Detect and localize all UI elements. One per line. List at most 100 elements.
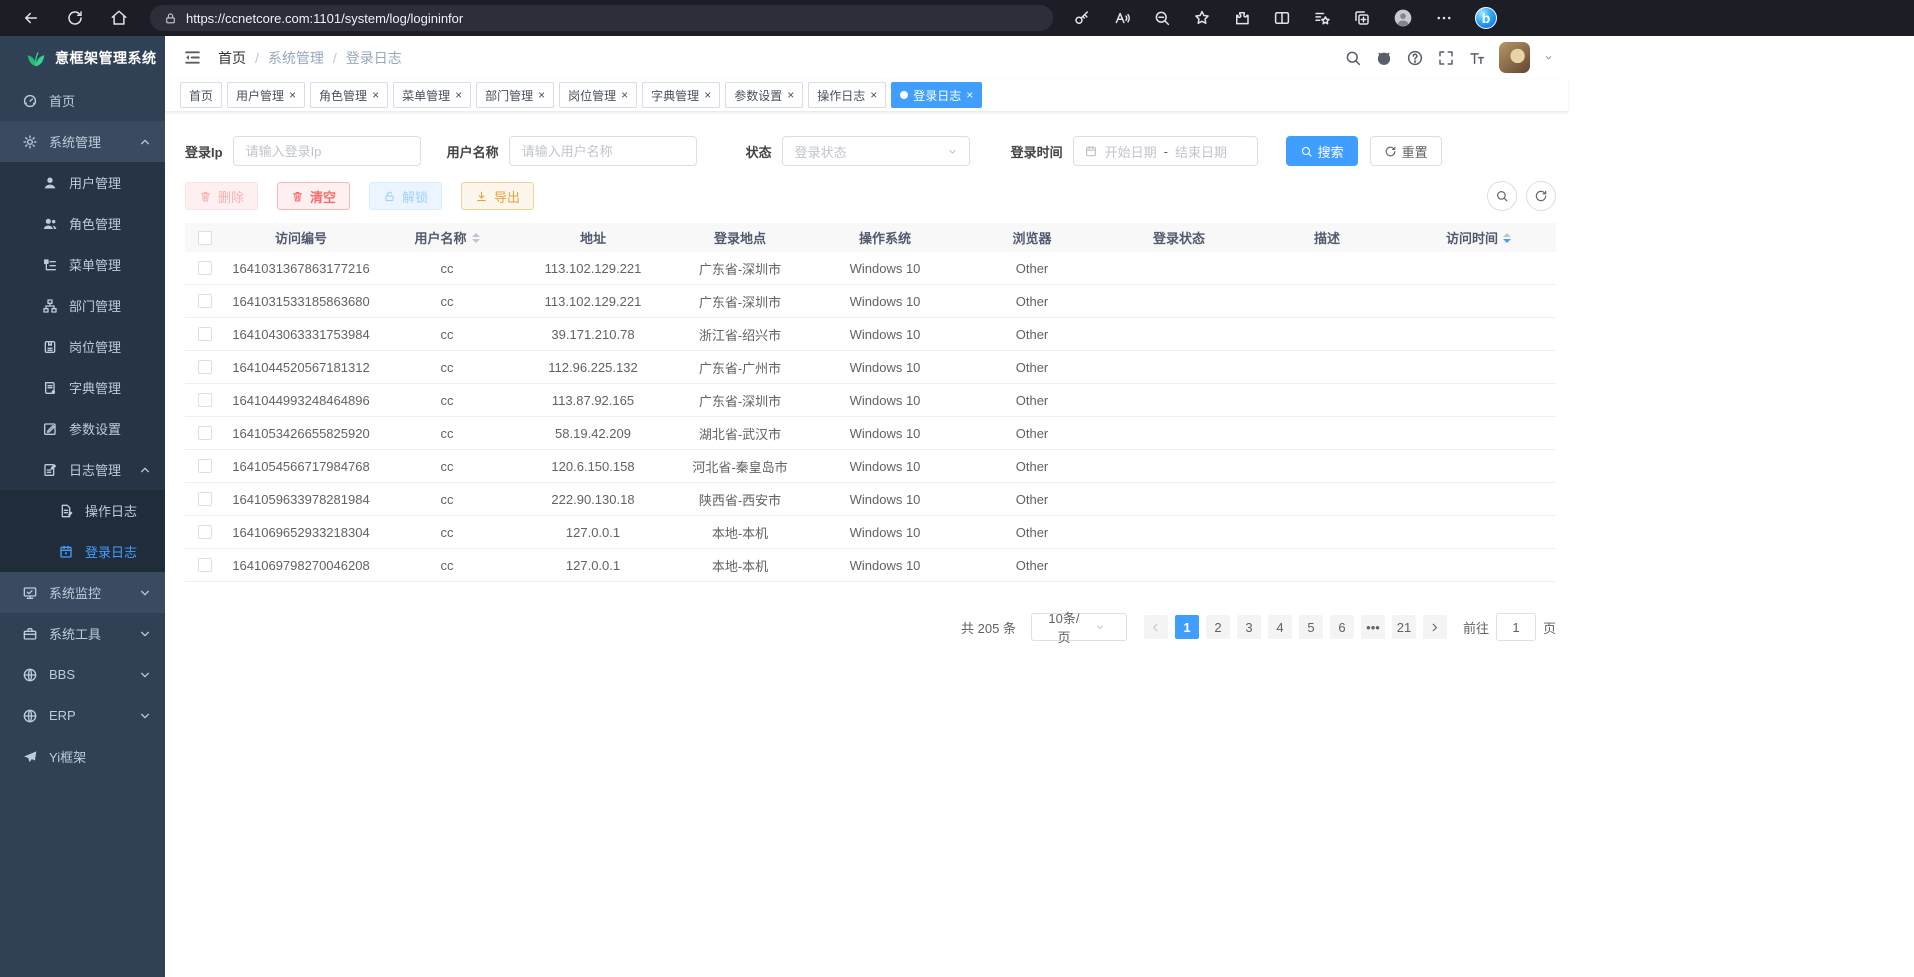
sidebar-item-menu-mgmt[interactable]: 菜单管理 <box>0 244 165 285</box>
back-icon[interactable] <box>22 9 40 27</box>
goto-page-input[interactable] <box>1496 613 1536 641</box>
tab-user-mgmt[interactable]: 用户管理× <box>227 82 305 108</box>
sidebar-item-dept-mgmt[interactable]: 部门管理 <box>0 285 165 326</box>
sidebar-item-user-mgmt[interactable]: 用户管理 <box>0 162 165 203</box>
tab-post-mgmt[interactable]: 岗位管理× <box>559 82 637 108</box>
column-header-checkbox[interactable] <box>185 231 225 245</box>
select-all-checkbox[interactable] <box>198 231 212 245</box>
row-checkbox[interactable] <box>198 459 212 473</box>
sidebar-item-yi-framework[interactable]: Yi框架 <box>0 736 165 777</box>
tab-menu-mgmt[interactable]: 菜单管理× <box>393 82 471 108</box>
password-key-icon[interactable] <box>1073 9 1091 27</box>
page-button-2[interactable]: 2 <box>1206 615 1230 639</box>
close-icon[interactable]: × <box>372 89 379 101</box>
close-icon[interactable]: × <box>455 89 462 101</box>
row-checkbox[interactable] <box>198 558 212 572</box>
extensions-icon[interactable] <box>1233 9 1251 27</box>
row-checkbox[interactable] <box>198 294 212 308</box>
sidebar-item-dict-mgmt[interactable]: 字典管理 <box>0 367 165 408</box>
row-checkbox[interactable] <box>198 492 212 506</box>
browser-profile-avatar[interactable] <box>1393 8 1413 28</box>
page-button-21[interactable]: 21 <box>1392 615 1416 639</box>
status-select[interactable]: 登录状态 <box>782 136 970 166</box>
sidebar-item-operation-log[interactable]: 操作日志 <box>0 490 165 531</box>
read-aloud-icon[interactable] <box>1113 9 1131 27</box>
sort-caret-icon[interactable] <box>1503 229 1511 247</box>
split-screen-icon[interactable] <box>1273 9 1291 27</box>
row-checkbox[interactable] <box>198 393 212 407</box>
sidebar-item-erp[interactable]: ERP <box>0 695 165 736</box>
row-checkbox[interactable] <box>198 525 212 539</box>
delete-button[interactable]: 删除 <box>185 182 258 210</box>
close-icon[interactable]: × <box>621 89 628 101</box>
page-size-select[interactable]: 10条/页 <box>1031 613 1127 641</box>
breadcrumb-system[interactable]: 系统管理 <box>268 48 324 68</box>
close-icon[interactable]: × <box>538 89 545 101</box>
prev-page-button[interactable] <box>1144 615 1168 639</box>
sidebar-item-login-log[interactable]: 登录日志 <box>0 531 165 572</box>
sidebar-item-post-mgmt[interactable]: 岗位管理 <box>0 326 165 367</box>
close-icon[interactable]: × <box>704 89 711 101</box>
sidebar-item-role-mgmt[interactable]: 角色管理 <box>0 203 165 244</box>
page-button-4[interactable]: 4 <box>1268 615 1292 639</box>
page-ellipsis[interactable]: ••• <box>1361 615 1385 639</box>
tab-login-log[interactable]: 登录日志× <box>891 82 982 108</box>
sidebar-fold-icon[interactable] <box>183 48 202 67</box>
github-icon[interactable] <box>1375 49 1393 67</box>
next-page-button[interactable] <box>1423 615 1447 639</box>
column-header-user[interactable]: 用户名称 <box>377 228 517 247</box>
help-icon[interactable] <box>1406 49 1424 67</box>
row-checkbox[interactable] <box>198 261 212 275</box>
user-avatar[interactable] <box>1499 42 1530 73</box>
sidebar-item-log-mgmt[interactable]: 日志管理 <box>0 449 165 490</box>
avatar-caret-icon[interactable] <box>1543 52 1554 63</box>
bing-copilot-icon[interactable]: b <box>1475 7 1497 29</box>
favorites-hub-icon[interactable] <box>1313 9 1331 27</box>
close-icon[interactable]: × <box>870 89 877 101</box>
sidebar-item-system-mgmt[interactable]: 系统管理 <box>0 121 165 162</box>
collections-icon[interactable] <box>1353 9 1371 27</box>
tab-param-settings[interactable]: 参数设置× <box>725 82 803 108</box>
tab-operation-log[interactable]: 操作日志× <box>808 82 886 108</box>
tab-home[interactable]: 首页 <box>180 82 222 108</box>
page-button-6[interactable]: 6 <box>1330 615 1354 639</box>
favorites-star-icon[interactable] <box>1193 9 1211 27</box>
clear-button[interactable]: 清空 <box>277 182 350 210</box>
refresh-table-button[interactable] <box>1526 181 1556 211</box>
browser-menu-icon[interactable] <box>1435 9 1453 27</box>
sidebar-item-system-tools[interactable]: 系统工具 <box>0 613 165 654</box>
row-checkbox[interactable] <box>198 327 212 341</box>
login-time-range-picker[interactable]: 开始日期 - 结束日期 <box>1073 136 1258 166</box>
tab-role-mgmt[interactable]: 角色管理× <box>310 82 388 108</box>
address-bar[interactable]: https://ccnetcore.com:1101/system/log/lo… <box>150 5 1053 31</box>
page-button-5[interactable]: 5 <box>1299 615 1323 639</box>
close-icon[interactable]: × <box>966 89 973 101</box>
export-button[interactable]: 导出 <box>461 182 534 210</box>
username-input[interactable] <box>509 136 697 166</box>
breadcrumb-home[interactable]: 首页 <box>218 48 246 68</box>
refresh-icon[interactable] <box>66 9 84 27</box>
row-checkbox[interactable] <box>198 426 212 440</box>
column-header-time[interactable]: 访问时间 <box>1401 228 1556 247</box>
fullscreen-icon[interactable] <box>1437 49 1455 67</box>
unlock-button[interactable]: 解锁 <box>369 182 442 210</box>
page-button-1[interactable]: 1 <box>1175 615 1199 639</box>
tab-dict-mgmt[interactable]: 字典管理× <box>642 82 720 108</box>
row-checkbox[interactable] <box>198 360 212 374</box>
font-size-icon[interactable] <box>1468 49 1486 67</box>
page-button-3[interactable]: 3 <box>1237 615 1261 639</box>
zoom-icon[interactable] <box>1153 9 1171 27</box>
tab-dept-mgmt[interactable]: 部门管理× <box>476 82 554 108</box>
sidebar-item-home[interactable]: 首页 <box>0 80 165 121</box>
sidebar-item-system-monitor[interactable]: 系统监控 <box>0 572 165 613</box>
sort-caret-icon[interactable] <box>472 229 480 247</box>
toggle-search-button[interactable] <box>1487 181 1517 211</box>
reset-button[interactable]: 重置 <box>1370 136 1442 166</box>
home-icon[interactable] <box>110 9 128 27</box>
header-search-icon[interactable] <box>1344 49 1362 67</box>
close-icon[interactable]: × <box>787 89 794 101</box>
sidebar-item-bbs[interactable]: BBS <box>0 654 165 695</box>
search-button[interactable]: 搜索 <box>1286 136 1358 166</box>
close-icon[interactable]: × <box>289 89 296 101</box>
sidebar-item-param-settings[interactable]: 参数设置 <box>0 408 165 449</box>
